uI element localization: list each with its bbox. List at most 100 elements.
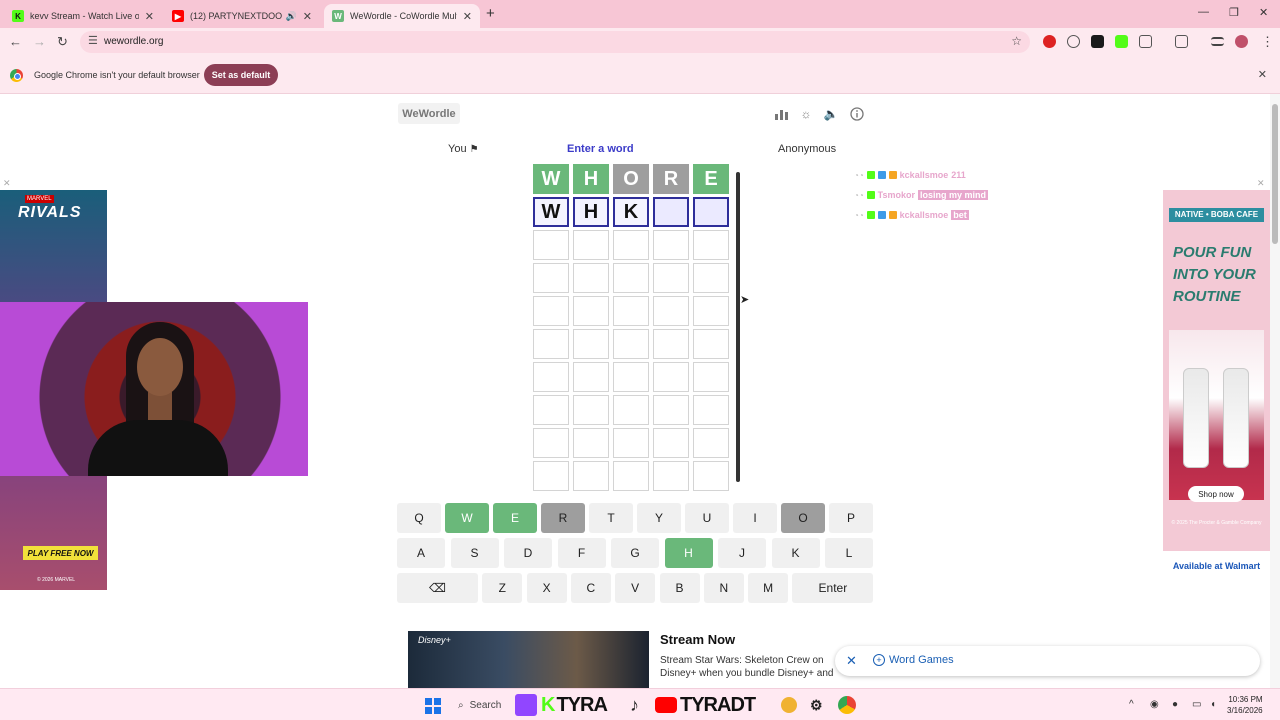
maximize-icon[interactable]: ❐ bbox=[1229, 6, 1239, 19]
grid-tile bbox=[533, 263, 569, 293]
word-games-bar[interactable]: ✕ + Word Games bbox=[835, 646, 1260, 676]
kick-extension-icon[interactable] bbox=[1115, 35, 1128, 48]
twitch-icon[interactable] bbox=[515, 694, 537, 716]
key-m[interactable]: M bbox=[748, 573, 789, 603]
key-j[interactable]: J bbox=[718, 538, 766, 568]
settings-icon[interactable]: ⚙ bbox=[810, 694, 823, 716]
microphone-icon[interactable]: ● bbox=[1172, 699, 1178, 710]
extension-icon[interactable] bbox=[1091, 35, 1104, 48]
ad-copyright: © 2025 The Procter & Gamble Company bbox=[1171, 520, 1262, 526]
grid-scrollbar[interactable] bbox=[736, 172, 740, 482]
new-tab-button[interactable]: + bbox=[486, 5, 495, 22]
shop-now-button[interactable]: Shop now bbox=[1188, 486, 1244, 502]
chevron-up-icon[interactable]: ^ bbox=[1129, 699, 1134, 710]
grid-tile bbox=[653, 296, 689, 326]
key-e[interactable]: E bbox=[493, 503, 537, 533]
key-k[interactable]: K bbox=[771, 538, 820, 568]
tab-kick[interactable]: K kevv Stream - Watch Live on Ki ✕ bbox=[4, 4, 162, 28]
key-i[interactable]: I bbox=[733, 503, 777, 533]
extension-icon[interactable] bbox=[1043, 35, 1056, 48]
grid-tile: W bbox=[533, 197, 569, 227]
close-tab-icon[interactable]: ✕ bbox=[145, 10, 154, 23]
bookmark-star-icon[interactable]: ☆ bbox=[1011, 34, 1022, 48]
menu-icon[interactable]: ⋮ bbox=[1261, 34, 1274, 50]
key-y[interactable]: Y bbox=[637, 503, 681, 533]
tab-wewordle[interactable]: W WeWordle - CoWordle Multipla ✕ bbox=[324, 4, 480, 28]
key-g[interactable]: G bbox=[611, 538, 659, 568]
taskbar-search[interactable]: ⌕ Search bbox=[452, 693, 512, 717]
grid-tile bbox=[573, 428, 609, 458]
tiktok-icon[interactable]: ♪ bbox=[630, 694, 639, 716]
promo-image[interactable]: Disney+ bbox=[408, 631, 649, 689]
stats-icon[interactable] bbox=[772, 105, 790, 123]
native-boba-ad[interactable]: NATIVE • BOBA CAFE POUR FUN INTO YOUR RO… bbox=[1163, 190, 1270, 551]
key-x[interactable]: X bbox=[526, 573, 567, 603]
grid-tile bbox=[573, 230, 609, 260]
key-t[interactable]: T bbox=[589, 503, 633, 533]
profile-avatar[interactable] bbox=[1235, 35, 1248, 48]
close-window-icon[interactable]: ✕ bbox=[1259, 6, 1268, 19]
info-icon[interactable] bbox=[848, 105, 866, 123]
ad-close-icon[interactable]: ✕ bbox=[3, 178, 11, 189]
sound-icon[interactable]: 🔈 bbox=[822, 105, 840, 123]
display-icon[interactable]: ▭ bbox=[1192, 699, 1201, 710]
tab-title: (12) PARTYNEXTDOOR - TH bbox=[190, 11, 282, 21]
flag-icon[interactable]: ⚑ bbox=[470, 144, 479, 155]
set-default-button[interactable]: Set as default bbox=[204, 64, 278, 86]
close-icon[interactable]: ✕ bbox=[1258, 68, 1267, 81]
play-free-button[interactable]: PLAY FREE NOW bbox=[23, 546, 98, 560]
puzzle-icon[interactable] bbox=[1139, 35, 1152, 48]
key-p[interactable]: P bbox=[829, 503, 873, 533]
youtube-taskbar-app[interactable]: TYRADT bbox=[655, 694, 756, 716]
reload-icon[interactable]: ↻ bbox=[57, 34, 68, 50]
key-a[interactable]: A bbox=[397, 538, 445, 568]
close-tab-icon[interactable]: ✕ bbox=[303, 10, 312, 23]
back-icon[interactable]: ← bbox=[9, 34, 22, 49]
word-games-label[interactable]: Word Games bbox=[889, 654, 954, 666]
kick-taskbar-app[interactable]: K TYRA bbox=[541, 694, 608, 716]
key-s[interactable]: S bbox=[450, 538, 499, 568]
key-q[interactable]: Q bbox=[397, 503, 441, 533]
key-c[interactable]: C bbox=[570, 573, 611, 603]
extension-icon[interactable] bbox=[1067, 35, 1080, 48]
speaker-icon[interactable]: 🔊 bbox=[286, 11, 297, 22]
key-w[interactable]: W bbox=[445, 503, 489, 533]
key-n[interactable]: N bbox=[703, 573, 744, 603]
key-f[interactable]: F bbox=[557, 538, 606, 568]
key-u[interactable]: U bbox=[685, 503, 729, 533]
close-icon[interactable]: ✕ bbox=[846, 653, 857, 669]
key-v[interactable]: V bbox=[615, 573, 656, 603]
site-info-icon[interactable]: ☰ bbox=[88, 34, 98, 47]
minimize-icon[interactable]: — bbox=[1198, 6, 1209, 18]
backspace-key[interactable]: ⌫ bbox=[397, 573, 478, 603]
wewordle-logo[interactable]: WeWordle bbox=[398, 103, 460, 124]
key-z[interactable]: Z bbox=[482, 573, 523, 603]
page-scrollbar[interactable] bbox=[1270, 94, 1280, 688]
promo-title[interactable]: Stream Now bbox=[660, 632, 735, 647]
walmart-retailer[interactable]: Available at Walmart bbox=[1163, 551, 1270, 591]
grid-tile bbox=[613, 395, 649, 425]
scrollbar-thumb[interactable] bbox=[1272, 104, 1278, 244]
key-h[interactable]: H bbox=[664, 538, 713, 568]
windows-start-icon[interactable] bbox=[425, 698, 441, 714]
forward-icon[interactable]: → bbox=[33, 34, 46, 49]
key-b[interactable]: B bbox=[659, 573, 700, 603]
address-bar[interactable]: ☰ wewordle.org ☆ bbox=[80, 31, 1030, 53]
close-tab-icon[interactable]: ✕ bbox=[463, 10, 472, 23]
tab-youtube[interactable]: ▶ (12) PARTYNEXTDOOR - TH 🔊 ✕ bbox=[164, 4, 320, 28]
key-r[interactable]: R bbox=[541, 503, 585, 533]
key-l[interactable]: L bbox=[825, 538, 873, 568]
url-text[interactable]: wewordle.org bbox=[104, 36, 163, 47]
key-d[interactable]: D bbox=[504, 538, 552, 568]
media-icon[interactable] bbox=[1175, 35, 1188, 48]
network-app-icon[interactable]: ◉ bbox=[1150, 699, 1159, 710]
ad-close-icon[interactable]: ✕ bbox=[1257, 178, 1265, 189]
discord-icon[interactable] bbox=[781, 694, 797, 716]
downloads-icon[interactable] bbox=[1211, 37, 1224, 46]
lightbulb-icon[interactable]: ☼ bbox=[797, 105, 815, 123]
enter-key[interactable]: Enter bbox=[792, 573, 874, 603]
system-clock[interactable]: 10:36 PM 3/16/2026 bbox=[1227, 694, 1263, 716]
key-o[interactable]: O bbox=[781, 503, 825, 533]
chrome-taskbar-icon[interactable] bbox=[838, 694, 856, 716]
volume-icon[interactable]: ◖ bbox=[1210, 699, 1216, 710]
